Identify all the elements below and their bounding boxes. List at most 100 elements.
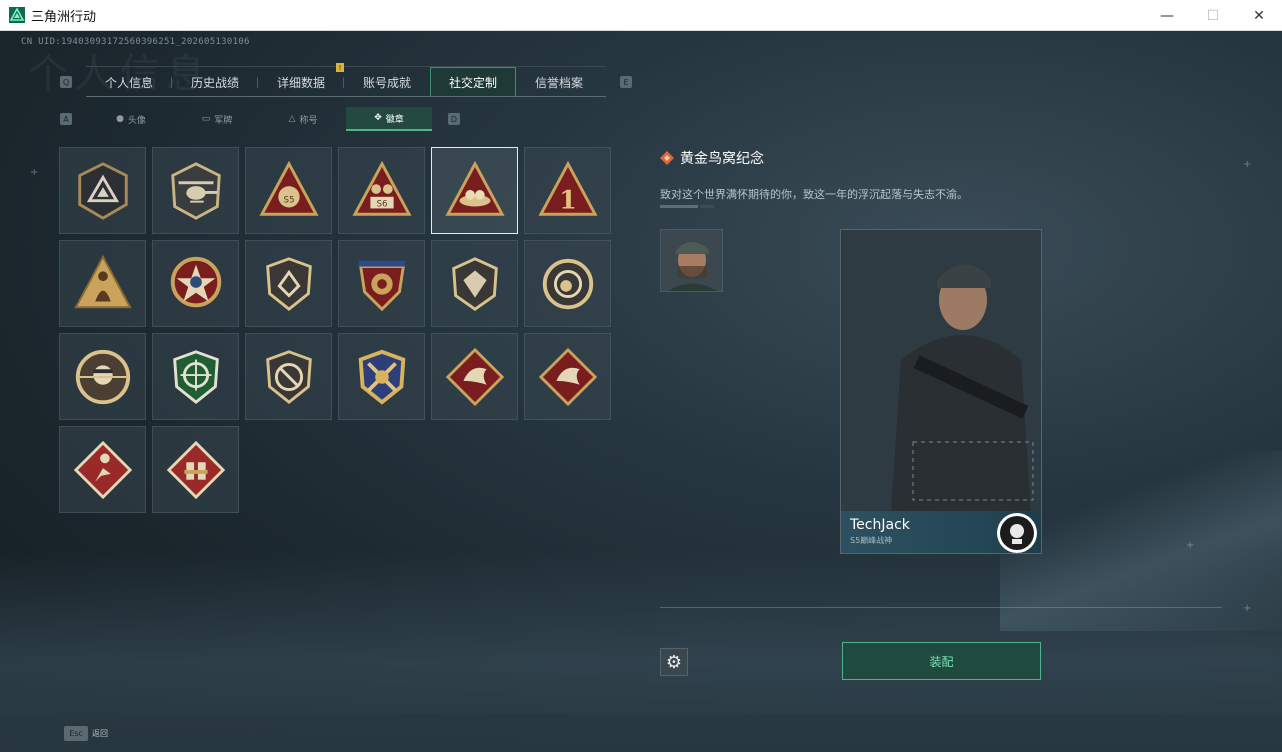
player-card: TechJack S5巅峰战神 — [840, 229, 1042, 554]
game-screen: 个人信息 CN UID:19403093172560396251_2026051… — [0, 31, 1282, 752]
emblem-detail-header: 黄金鸟窝纪念 — [660, 148, 764, 168]
s5-sack-emblem-icon: S5 — [258, 160, 319, 216]
crossed-rifles-emblem-icon — [358, 349, 405, 405]
bottom-bar — [0, 714, 1282, 752]
subtab-label: 军牌 — [214, 115, 233, 126]
red-dragon-emblem-icon — [445, 347, 504, 406]
emblem-slot-selected[interactable] — [431, 147, 518, 234]
player-avatar — [660, 229, 723, 292]
tab-label: 信誉档案 — [534, 75, 583, 90]
subtab-list: ● 头像 ▭ 军牌 △ 称号 ✥ 徽章 — [88, 107, 432, 131]
emblem-slot[interactable]: 1 — [524, 147, 611, 234]
emblem-slot[interactable] — [524, 333, 611, 420]
subtab-avatar[interactable]: ● 头像 — [88, 107, 174, 131]
minimize-button[interactable]: — — [1144, 0, 1190, 31]
tab-label: 个人信息 — [104, 75, 153, 90]
blue-crest-emblem-icon — [358, 260, 405, 311]
back-label[interactable]: 返回 — [92, 728, 108, 739]
no-weapon-emblem-icon — [265, 349, 312, 404]
player-card-footer: TechJack S5巅峰战神 — [841, 511, 1041, 553]
emblem-slot[interactable] — [152, 240, 239, 327]
tab-personal-info[interactable]: 个人信息 — [86, 67, 172, 97]
window-title: 三角洲行动 — [31, 9, 97, 25]
red-dragon-emblem-2-icon — [538, 347, 597, 406]
esc-key[interactable]: Esc — [64, 726, 88, 741]
main-tabs: Q 个人信息 历史战绩 详细数据 账号成就 社交定制 信誉档案 ! E — [58, 63, 634, 97]
figure-triangle-emblem-icon — [73, 254, 132, 308]
description-divider — [660, 205, 698, 208]
emblem-slot[interactable]: S5 — [245, 147, 332, 234]
player-uid: CN UID:19403093172560396251_202605130106 — [21, 37, 250, 47]
next-tab-key[interactable]: E — [620, 76, 632, 88]
emblem-slot[interactable] — [59, 147, 146, 234]
emblem-slot[interactable] — [245, 333, 332, 420]
window-titlebar: 三角洲行动 — ☐ ✕ — [0, 0, 1282, 31]
emblem-rarity-icon — [660, 151, 674, 165]
emblem-grid: S5 S6 1 — [59, 147, 615, 513]
emblem-slot[interactable] — [245, 240, 332, 327]
emblem-slot[interactable] — [524, 240, 611, 327]
wing-shield-emblem-icon — [265, 256, 312, 311]
sub-tabs: A ● 头像 ▭ 军牌 △ 称号 ✥ 徽章 D — [58, 107, 468, 131]
subtab-label: 称号 — [299, 115, 318, 126]
equip-button-label: 装配 — [929, 654, 954, 669]
svg-text:S6: S6 — [376, 199, 387, 209]
prev-tab-key[interactable]: Q — [60, 76, 72, 88]
operator-portrait-icon — [661, 230, 722, 291]
delta-triangle-emblem-icon — [77, 161, 128, 220]
emblem-slot[interactable] — [338, 240, 425, 327]
subtab-dogtag[interactable]: ▭ 军牌 — [174, 107, 260, 131]
emblem-description: 致对这个世界满怀期待的你，致这一年的浮沉起落与失志不渝。 — [660, 188, 968, 201]
tab-reputation-file[interactable]: 信誉档案 — [516, 67, 602, 97]
crosshair-icon: + — [1186, 540, 1195, 551]
emblem-slot[interactable] — [59, 240, 146, 327]
tab-achievements[interactable]: 账号成就 — [344, 67, 430, 97]
settings-button[interactable]: ⚙ — [660, 648, 688, 676]
subtab-label: 头像 — [127, 115, 146, 126]
panel-divider — [660, 607, 1222, 608]
next-subtab-key[interactable]: D — [448, 113, 460, 125]
tab-label: 社交定制 — [448, 75, 497, 90]
player-name: TechJack — [850, 517, 910, 533]
equipped-emblem-icon — [997, 513, 1037, 553]
subtab-title[interactable]: △ 称号 — [260, 107, 346, 131]
equip-button[interactable]: 装配 — [842, 642, 1041, 680]
emblem-title: 黄金鸟窝纪念 — [680, 151, 764, 167]
tab-label: 账号成就 — [362, 75, 411, 90]
tab-detailed-data[interactable]: 详细数据 — [258, 67, 344, 97]
operator-figure-icon — [841, 230, 1041, 511]
tab-match-history[interactable]: 历史战绩 — [172, 67, 258, 97]
supply-emblem-icon — [166, 440, 225, 499]
crosshair-icon: + — [30, 167, 39, 178]
emblem-slot[interactable] — [59, 426, 146, 513]
emblem-slot[interactable] — [152, 147, 239, 234]
subtab-label: 徽章 — [385, 114, 404, 125]
tab-list: 个人信息 历史战绩 详细数据 账号成就 社交定制 信誉档案 — [86, 67, 602, 97]
subtab-emblem[interactable]: ✥ 徽章 — [346, 107, 432, 131]
maximize-button[interactable]: ☐ — [1190, 0, 1236, 31]
gear-icon: ⚙ — [665, 651, 683, 673]
title-icon: △ — [288, 114, 296, 124]
tab-label: 详细数据 — [276, 75, 325, 90]
crosshair-icon: + — [1243, 159, 1252, 170]
emblem-slot[interactable] — [59, 333, 146, 420]
prev-subtab-key[interactable]: A — [60, 113, 72, 125]
tabs-bottom-divider — [86, 96, 606, 97]
description-divider — [700, 205, 714, 208]
emblem-slot[interactable] — [338, 333, 425, 420]
emblem-slot[interactable] — [152, 333, 239, 420]
emblem-slot[interactable]: S6 — [338, 147, 425, 234]
emblem-slot[interactable] — [152, 426, 239, 513]
emblem-slot[interactable] — [431, 240, 518, 327]
golden-nest-emblem-icon — [444, 160, 505, 216]
dogtag-icon: ▭ — [201, 114, 211, 124]
svg-text:1: 1 — [559, 184, 577, 214]
tab-social-customization[interactable]: 社交定制 — [430, 67, 516, 97]
tab-label: 历史战绩 — [190, 75, 239, 90]
person-icon: ● — [116, 114, 124, 124]
close-button[interactable]: ✕ — [1236, 0, 1282, 31]
emblem-slot[interactable] — [431, 333, 518, 420]
star-shield-emblem-icon — [170, 256, 221, 307]
window-controls: — ☐ ✕ — [1144, 0, 1282, 31]
masked-operator-emblem-icon — [75, 349, 130, 404]
